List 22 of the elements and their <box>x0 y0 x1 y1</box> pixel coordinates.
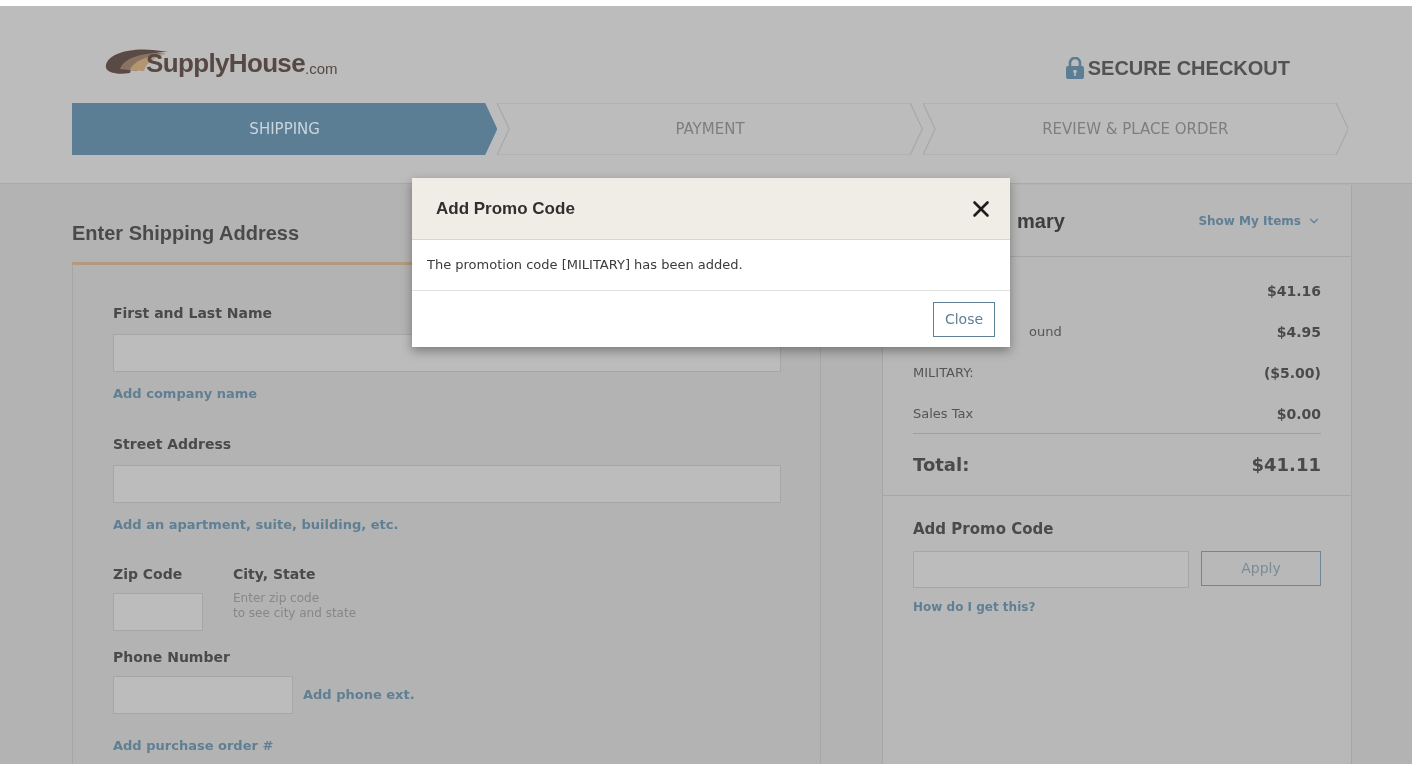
field-label: Phone Number <box>113 648 231 667</box>
dialog-title: Add Promo Code <box>436 197 575 220</box>
summary-title: mary <box>1017 208 1065 234</box>
summary-row-value: $0.00 <box>1276 405 1321 424</box>
logo-domain: .com <box>305 59 338 79</box>
summary-row-value: $41.16 <box>1266 282 1321 301</box>
total-value: $41.11 <box>1251 453 1321 477</box>
summary-row-label: MILITARY: <box>913 364 974 382</box>
summary-row-label: Sales Tax <box>913 405 974 423</box>
field-label: First and Last Name <box>113 304 273 323</box>
dialog-message: The promotion code [MILITARY] has been added. <box>427 256 743 275</box>
field-label: City, State <box>233 565 317 584</box>
field-label: Street Address <box>113 434 233 454</box>
summary-row-value: ($5.00) <box>1263 364 1321 383</box>
total-label: Total: <box>913 453 970 477</box>
secure-checkout-label: SECURE CHECKOUT <box>1087 56 1290 81</box>
logo-wordmark: SupplyHouse <box>146 47 305 80</box>
summary-row-value: $4.95 <box>1276 323 1321 342</box>
field-label: Zip Code <box>113 565 184 584</box>
summary-row-label: ound <box>1028 323 1062 341</box>
promo-title: Add Promo Code <box>913 519 1055 540</box>
section-title: Enter Shipping Address <box>72 221 301 246</box>
